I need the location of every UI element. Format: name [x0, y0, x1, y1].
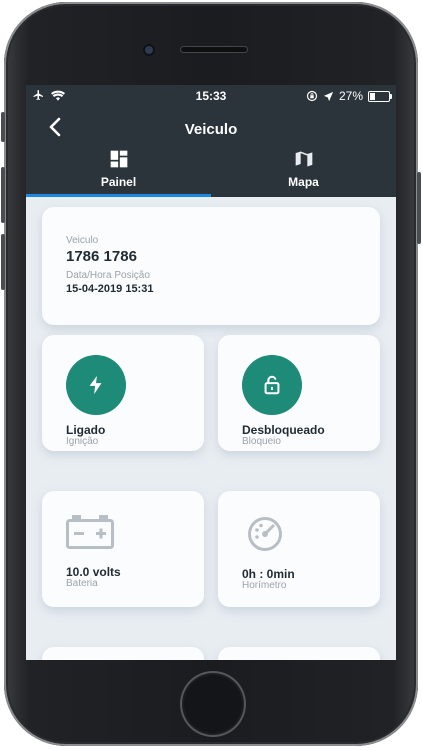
tab-mapa[interactable]: Mapa	[211, 145, 396, 197]
lock-label: Bloqueio	[242, 436, 281, 447]
hourmeter-value: 0h : 0min	[242, 567, 295, 581]
lock-value: Desbloqueado	[242, 423, 325, 437]
unlock-icon	[264, 375, 280, 395]
map-icon	[295, 151, 312, 167]
ignition-value: Ligado	[66, 423, 106, 437]
volume-up-button	[1, 167, 5, 223]
home-button[interactable]	[180, 671, 246, 737]
bolt-icon	[89, 375, 102, 395]
dashboard-content: Veiculo 1786 1786 Data/Hora Posição 15-0…	[26, 197, 396, 660]
battery-tile[interactable]: 10.0 volts Bateria	[42, 491, 204, 607]
ignition-tile[interactable]: Ligado Ignição	[42, 335, 204, 451]
screen-lock-icon	[306, 90, 318, 102]
battery-icon	[368, 90, 392, 102]
navigation-bar: Veiculo Painel Mapa	[26, 107, 396, 197]
vehicle-info-card[interactable]: Veiculo 1786 1786 Data/Hora Posição 15-0…	[42, 207, 380, 325]
car-battery-icon	[66, 515, 114, 549]
tile-partial-left[interactable]	[42, 647, 204, 660]
lock-tile[interactable]: Desbloqueado Bloqueio	[218, 335, 380, 451]
gauge-icon	[248, 517, 282, 551]
dashboard-grid-icon	[110, 150, 127, 168]
status-right: 27%	[306, 89, 392, 103]
vehicle-value: 1786 1786	[66, 248, 137, 265]
lock-status-circle	[242, 355, 302, 415]
front-camera	[145, 46, 153, 54]
tile-partial-right[interactable]	[218, 647, 380, 660]
tab-painel-label: Painel	[100, 175, 137, 189]
silent-switch	[1, 112, 5, 142]
datetime-value: 15-04-2019 15:31	[66, 283, 154, 295]
power-button	[417, 172, 421, 244]
ignition-label: Ignição	[66, 436, 99, 447]
screen: 15:33 27% Veiculo Painel Mapa Veiculo 17…	[26, 85, 396, 660]
hourmeter-tile[interactable]: 0h : 0min Horímetro	[218, 491, 380, 607]
battery-percent: 27%	[338, 89, 363, 103]
status-bar: 15:33 27%	[26, 85, 396, 107]
battery-value: 10.0 volts	[66, 565, 121, 579]
volume-down-button	[1, 234, 5, 290]
earpiece-speaker	[181, 47, 247, 52]
datetime-label: Data/Hora Posição	[66, 270, 150, 281]
vehicle-label: Veiculo	[66, 235, 99, 246]
hourmeter-label: Horímetro	[242, 580, 287, 591]
tab-mapa-label: Mapa	[288, 175, 319, 189]
ignition-status-circle	[66, 355, 126, 415]
battery-label: Bateria	[66, 578, 98, 589]
tab-painel[interactable]: Painel	[26, 145, 211, 197]
location-arrow-icon	[323, 91, 334, 101]
page-title: Veiculo	[184, 121, 238, 138]
